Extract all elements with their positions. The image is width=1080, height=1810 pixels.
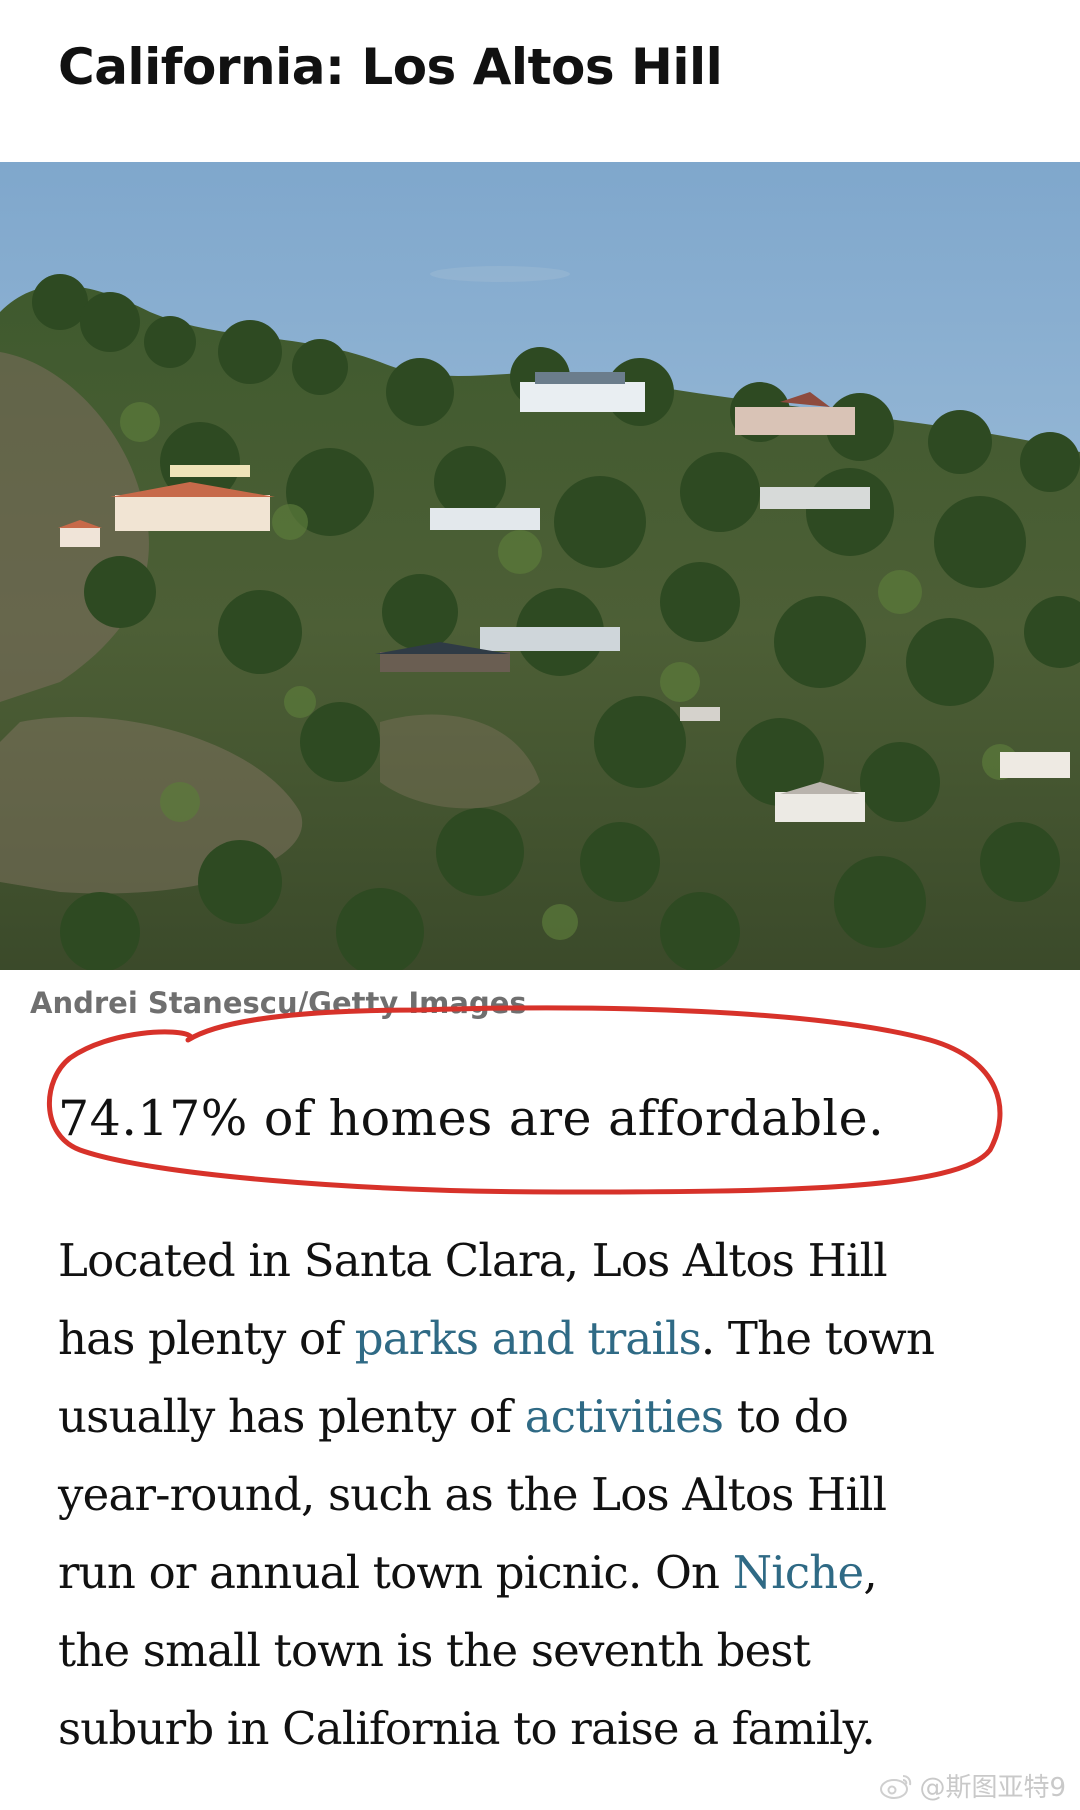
body-line-4: year-round, such as the Los Altos Hill [58, 1468, 887, 1521]
body-line-2: has plenty of parks and trails. The town [58, 1300, 1048, 1378]
niche-link[interactable]: Niche [733, 1546, 864, 1599]
body-line-5: run or annual town picnic. On Niche, [58, 1534, 1048, 1612]
watermark-text: @斯图亚特9 [919, 1773, 1066, 1803]
article-page: California: Los Altos Hill Andrei Stanes… [0, 0, 1080, 1810]
activities-link[interactable]: activities [525, 1390, 724, 1443]
body-text: to do [723, 1390, 849, 1443]
body-line-3: usually has plenty of activities to do [58, 1378, 1048, 1456]
parks-and-trails-link[interactable]: parks and trails [355, 1312, 702, 1365]
body-text: has plenty of [58, 1312, 355, 1365]
body-text: . The town [700, 1312, 935, 1365]
hillside-photo-illustration [0, 162, 1080, 970]
body-line-1: Located in Santa Clara, Los Altos Hill [58, 1234, 888, 1287]
weibo-icon [880, 1774, 912, 1799]
body-text: run or annual town picnic. On [58, 1546, 733, 1599]
page-title: California: Los Altos Hill [58, 38, 723, 96]
article-body: Located in Santa Clara, Los Altos Hill h… [58, 1222, 1048, 1768]
hero-photo [0, 162, 1080, 970]
body-text: usually has plenty of [58, 1390, 525, 1443]
body-text: , [863, 1546, 877, 1599]
photo-credit: Andrei Stanescu/Getty Images [30, 986, 527, 1020]
body-line-7: suburb in California to raise a family. [58, 1702, 876, 1755]
body-line-6: the small town is the seventh best [58, 1624, 811, 1677]
affordability-stat: 74.17% of homes are affordable. [58, 1090, 885, 1147]
watermark: @斯图亚特9 [879, 1767, 1066, 1804]
